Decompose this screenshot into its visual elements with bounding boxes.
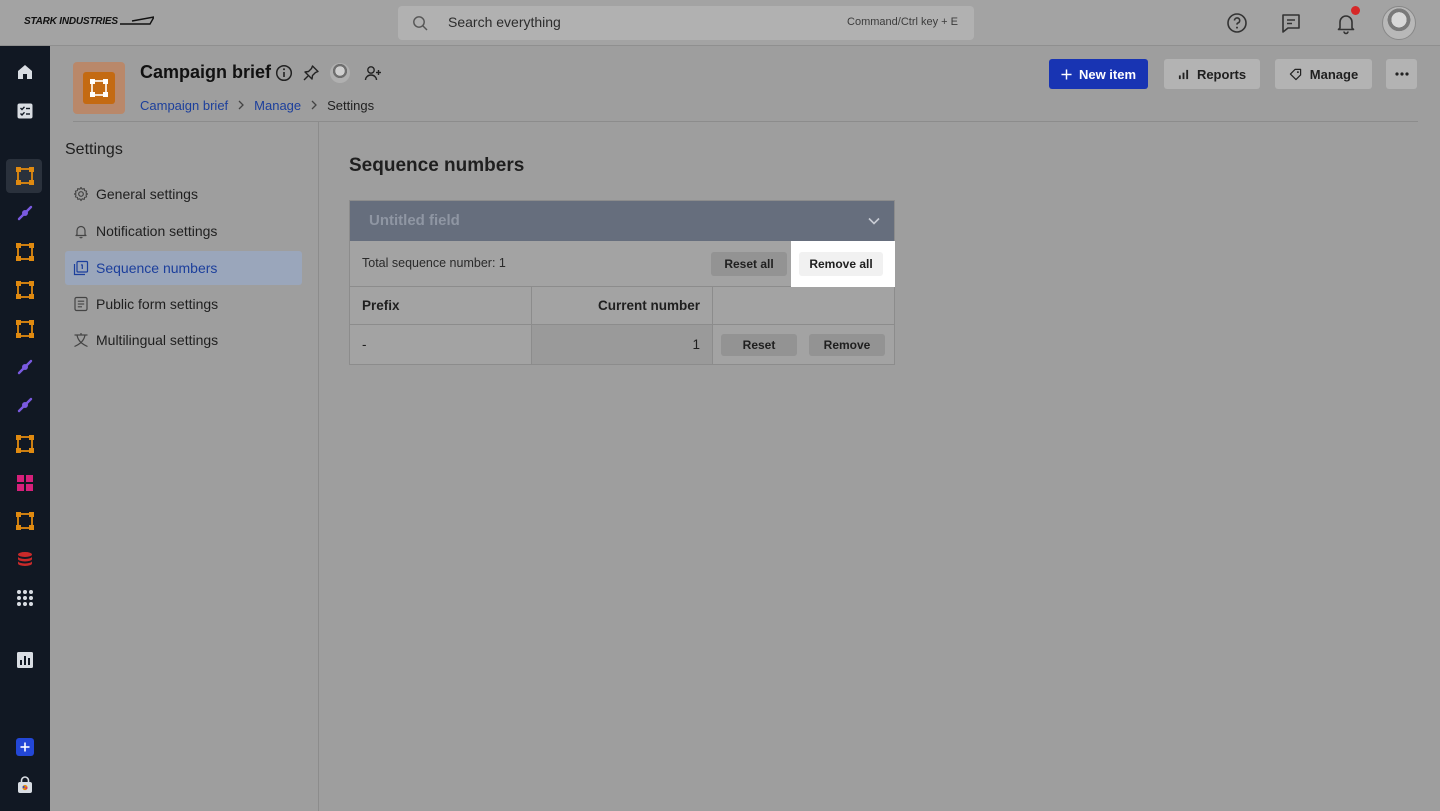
- column-header-prefix: Prefix: [350, 287, 532, 324]
- more-horizontal-icon: [1394, 72, 1409, 76]
- settings-item-label: Sequence numbers: [96, 260, 218, 276]
- gear-icon: [73, 186, 89, 202]
- field-accordion-header[interactable]: Untitled field: [350, 201, 894, 241]
- brand-logo-text: STARK INDUSTRIES: [24, 16, 118, 27]
- app-flow-icon[interactable]: [15, 434, 35, 454]
- sequence-field-card: Untitled field Total sequence number: 1 …: [349, 200, 895, 365]
- reports-button[interactable]: Reports: [1164, 59, 1260, 89]
- bar-chart-icon: [1178, 69, 1189, 79]
- new-item-button[interactable]: New item: [1049, 59, 1148, 89]
- bell-icon: [75, 225, 87, 239]
- settings-item-public-form[interactable]: Public form settings: [65, 287, 302, 321]
- new-item-label: New item: [1078, 66, 1137, 82]
- row-actions-cell: Reset Remove: [713, 325, 894, 364]
- add-member-icon[interactable]: [364, 64, 382, 82]
- settings-item-sequence-numbers[interactable]: Sequence numbers: [65, 251, 302, 285]
- settings-item-notification[interactable]: Notification settings: [65, 214, 302, 248]
- translate-icon: [74, 333, 88, 348]
- reset-all-button[interactable]: Reset all: [711, 252, 787, 276]
- breadcrumb-item-settings: Settings: [327, 97, 375, 113]
- total-sequence-text: Total sequence number: 1: [362, 256, 506, 270]
- plus-icon: [1061, 68, 1072, 80]
- marketplace-icon[interactable]: [15, 775, 35, 795]
- search-placeholder: Search everything: [448, 14, 561, 30]
- settings-item-multilingual[interactable]: Multilingual settings: [65, 323, 302, 357]
- integration-icon[interactable]: [15, 203, 35, 223]
- settings-item-label: Public form settings: [96, 296, 219, 312]
- breadcrumb: Campaign brief Manage Settings: [140, 97, 374, 113]
- app-flow-icon[interactable]: [15, 242, 35, 262]
- settings-item-label: General settings: [96, 186, 198, 202]
- settings-item-label: Notification settings: [96, 223, 218, 239]
- sequence-icon: [73, 260, 89, 276]
- reset-button[interactable]: Reset: [721, 334, 797, 356]
- search-shortcut-hint: Command/Ctrl key + E: [847, 16, 958, 28]
- reports-label: Reports: [1196, 66, 1247, 82]
- left-nav: [0, 46, 50, 811]
- add-icon[interactable]: [15, 737, 35, 757]
- breadcrumb-item-campaign-brief[interactable]: Campaign brief: [140, 98, 228, 113]
- field-toolbar: Total sequence number: 1 Reset all Remov…: [350, 241, 895, 287]
- user-avatar[interactable]: [1382, 6, 1416, 40]
- dashboard-icon[interactable]: [15, 473, 35, 493]
- app-flow-icon[interactable]: [15, 511, 35, 531]
- pin-icon[interactable]: [302, 64, 320, 82]
- settings-item-label: Multilingual settings: [96, 332, 219, 348]
- database-icon[interactable]: [15, 550, 35, 570]
- app-flow-icon[interactable]: [15, 166, 35, 186]
- app-flow-icon[interactable]: [15, 280, 35, 300]
- integration-icon[interactable]: [15, 395, 35, 415]
- more-options-button[interactable]: [1386, 59, 1417, 89]
- search-icon: [413, 16, 428, 31]
- prefix-cell: -: [350, 325, 532, 364]
- form-icon: [74, 296, 88, 312]
- remove-all-button[interactable]: Remove all: [799, 252, 883, 276]
- breadcrumb-item-manage[interactable]: Manage: [254, 98, 301, 113]
- page-title: Campaign brief: [140, 62, 272, 82]
- tasks-icon[interactable]: [15, 101, 35, 121]
- manage-button[interactable]: Manage: [1275, 59, 1372, 89]
- settings-title: Settings: [65, 141, 123, 158]
- global-search[interactable]: Search everything Command/Ctrl key + E: [398, 6, 974, 40]
- table-row: - 1 Reset Remove: [350, 325, 894, 364]
- notification-badge: [1351, 6, 1360, 15]
- current-number-cell[interactable]: 1: [532, 325, 713, 364]
- chevron-right-icon: [238, 100, 245, 110]
- chat-icon[interactable]: [1279, 11, 1303, 35]
- integration-icon[interactable]: [15, 357, 35, 377]
- column-header-actions: [713, 287, 894, 324]
- chevron-right-icon: [311, 100, 318, 110]
- info-icon[interactable]: [275, 64, 293, 82]
- help-icon[interactable]: [1225, 11, 1249, 35]
- app-flow-icon: [90, 79, 108, 97]
- analytics-icon[interactable]: [15, 650, 35, 670]
- brand-logo[interactable]: STARK INDUSTRIES: [24, 16, 155, 27]
- app-flow-icon[interactable]: [15, 319, 35, 339]
- section-title: Sequence numbers: [349, 155, 525, 176]
- table-header-row: Prefix Current number: [350, 287, 894, 325]
- settings-item-general[interactable]: General settings: [65, 177, 302, 211]
- chevron-down-icon[interactable]: [867, 214, 881, 228]
- apps-grid-icon[interactable]: [15, 588, 35, 608]
- project-icon: [73, 62, 125, 114]
- column-header-current-number: Current number: [532, 287, 713, 324]
- field-name: Untitled field: [369, 212, 460, 229]
- owner-avatar[interactable]: [330, 63, 350, 83]
- home-icon[interactable]: [15, 62, 35, 82]
- tag-icon: [1289, 68, 1302, 80]
- manage-label: Manage: [1309, 66, 1359, 82]
- top-bar: STARK INDUSTRIES Search everything Comma…: [0, 0, 1440, 46]
- remove-button[interactable]: Remove: [809, 334, 885, 356]
- logo-swoosh-icon: [120, 16, 155, 26]
